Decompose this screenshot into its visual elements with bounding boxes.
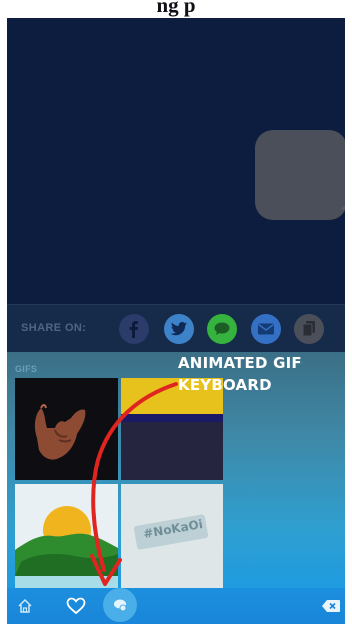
home-icon [18,598,32,613]
keyboard-app-screen: SHARE ON: GIFS #NoKaOi [7,18,345,624]
annotation-label: ANIMATED GIF KEYBOARD [178,352,302,396]
heart-icon [66,597,86,615]
email-share-button[interactable] [251,314,281,344]
shaka-hand-illustration [15,378,118,480]
backspace-button[interactable] [321,598,341,614]
copy-share-button[interactable] [294,314,324,344]
gif-keyboard-icon [114,599,127,612]
share-bar: SHARE ON: [7,304,345,352]
mountain-sun-illustration [15,484,118,588]
gif-keyboard-tab-button[interactable] [103,588,137,622]
gifs-section-label: GIFS [15,364,38,374]
copy-icon [302,321,315,337]
cropped-header-text: ng p [0,0,352,18]
envelope-icon [258,323,274,335]
message-preview-area [7,18,345,304]
favorites-tab-button[interactable] [65,595,87,617]
facebook-share-button[interactable] [119,314,149,344]
gif-tile-nokaoi[interactable]: #NoKaOi [121,484,223,588]
home-tab-button[interactable] [15,596,35,616]
facebook-icon [129,321,138,338]
bottom-tab-bar [7,588,345,624]
twitter-icon [170,322,187,336]
annotation-line-2: KEYBOARD [178,376,272,394]
messages-share-button[interactable] [207,314,237,344]
gif-tile-shaka[interactable] [15,378,118,480]
annotation-line-1: ANIMATED GIF [178,354,302,372]
gif-tile-diamond-head[interactable] [15,484,118,588]
twitter-share-button[interactable] [164,314,194,344]
message-preview-bubble [255,130,345,220]
backspace-icon [322,600,340,612]
share-label: SHARE ON: [21,322,87,334]
chat-bubble-icon [214,322,230,335]
